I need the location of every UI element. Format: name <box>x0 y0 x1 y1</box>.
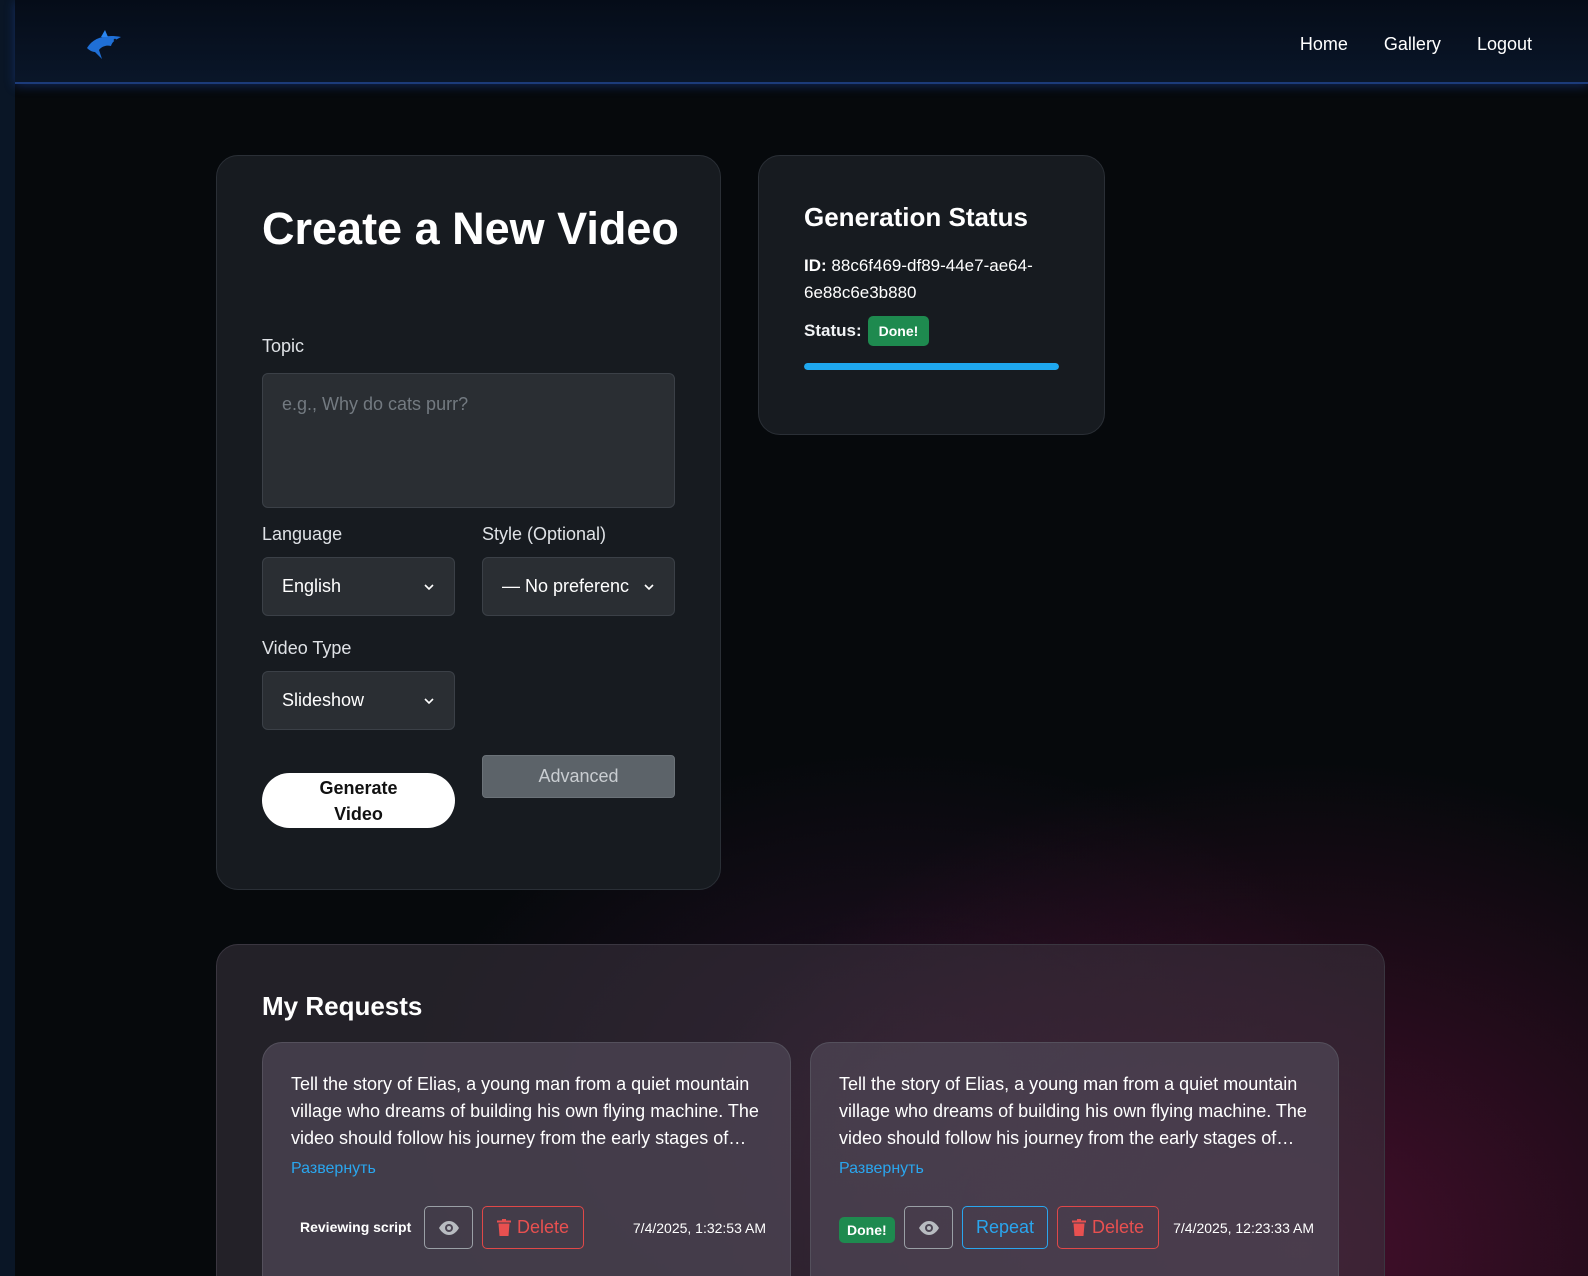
generate-video-button[interactable]: Generate Video <box>262 773 455 828</box>
progress-bar <box>804 363 1059 370</box>
repeat-button[interactable]: Repeat <box>962 1206 1049 1249</box>
request-status: Reviewing script <box>300 1219 412 1235</box>
language-select[interactable]: English <box>262 557 455 616</box>
my-requests-card: My Requests Tell the story of Elias, a y… <box>216 944 1385 1276</box>
video-type-select[interactable]: Slideshow <box>262 671 455 730</box>
expand-link[interactable]: Развернуть <box>839 1160 924 1178</box>
status-id: ID: 88c6f469-df89-44e7-ae64-6e88c6e3b880 <box>804 252 1074 306</box>
delete-button[interactable]: Delete <box>1057 1206 1160 1249</box>
shark-logo-icon[interactable] <box>85 28 125 64</box>
trash-icon <box>1072 1219 1086 1236</box>
progress-fill <box>804 363 1059 370</box>
request-status-badge: Done! <box>839 1217 895 1243</box>
delete-label: Delete <box>517 1217 570 1237</box>
view-button[interactable] <box>904 1206 953 1249</box>
request-item: Tell the story of Elias, a young man fro… <box>810 1042 1339 1276</box>
view-button[interactable] <box>424 1206 473 1249</box>
trash-icon <box>497 1219 511 1236</box>
topic-label: Topic <box>262 336 305 356</box>
video-type-label: Video Type <box>262 638 352 658</box>
nav-gallery-link[interactable]: Gallery <box>1384 34 1441 55</box>
request-date: 7/4/2025, 12:23:33 AM <box>1173 1220 1314 1236</box>
status-row: Status: Done! <box>804 316 930 346</box>
status-title: Generation Status <box>804 202 1028 232</box>
request-date: 7/4/2025, 1:32:53 AM <box>632 1220 766 1236</box>
style-select[interactable]: — No preferenc <box>482 557 675 616</box>
left-edge-strip <box>0 0 15 1276</box>
status-id-value: 88c6f469-df89-44e7-ae64-6e88c6e3b880 <box>804 256 1033 302</box>
eye-icon <box>438 1220 459 1235</box>
status-label: Status: <box>804 321 862 340</box>
expand-link[interactable]: Развернуть <box>291 1160 376 1178</box>
delete-label: Delete <box>1092 1217 1145 1237</box>
style-label: Style (Optional) <box>482 524 607 544</box>
chevron-down-icon <box>424 697 434 704</box>
request-text: Tell the story of Elias, a young man fro… <box>839 1074 1307 1148</box>
create-video-card: Create a New Video Topic Language Englis… <box>216 155 721 890</box>
nav-home-link[interactable]: Home <box>1300 34 1348 55</box>
topic-input[interactable] <box>262 373 675 508</box>
top-navbar: Home Gallery Logout <box>15 0 1588 84</box>
style-value: — No preferenc <box>502 576 630 596</box>
requests-title: My Requests <box>262 991 423 1021</box>
create-title: Create a New Video <box>262 203 679 254</box>
request-actions: Done! Repeat Delete 7/4/2025, 12:23:33 A… <box>839 1206 1314 1249</box>
status-id-label: ID: <box>804 256 827 275</box>
generation-status-card: Generation Status ID: 88c6f469-df89-44e7… <box>758 155 1105 435</box>
chevron-down-icon <box>644 583 654 590</box>
nav-logout-link[interactable]: Logout <box>1477 34 1532 55</box>
advanced-button[interactable]: Advanced <box>482 755 675 798</box>
chevron-down-icon <box>424 583 434 590</box>
status-badge: Done! <box>867 316 930 346</box>
request-actions: Reviewing script Delete 7/4/2025, 1:32:5… <box>291 1206 766 1249</box>
eye-icon <box>918 1220 939 1235</box>
delete-button[interactable]: Delete <box>482 1206 585 1249</box>
language-value: English <box>282 576 342 596</box>
request-text: Tell the story of Elias, a young man fro… <box>291 1074 759 1148</box>
nav-links: Home Gallery Logout <box>1300 34 1532 55</box>
video-type-value: Slideshow <box>282 690 365 710</box>
request-item: Tell the story of Elias, a young man fro… <box>262 1042 791 1276</box>
language-label: Language <box>262 524 343 544</box>
